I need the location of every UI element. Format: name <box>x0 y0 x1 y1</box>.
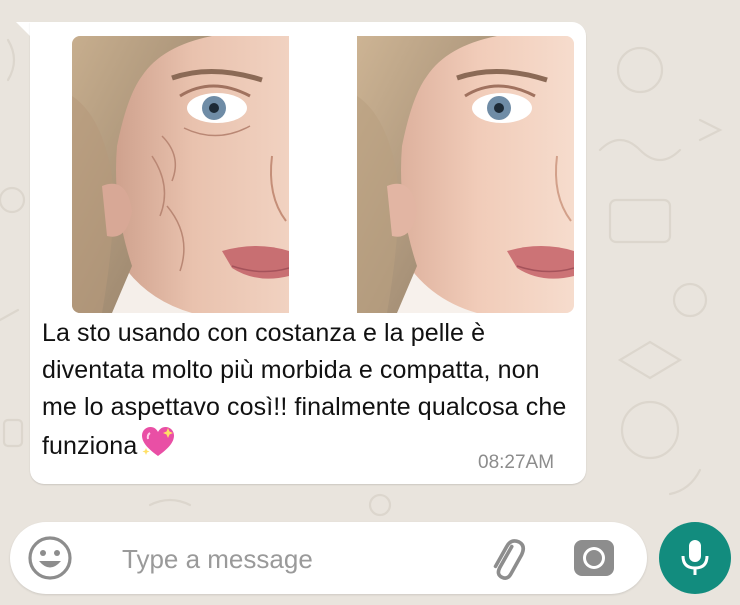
photo-grid[interactable] <box>72 36 574 313</box>
paperclip-icon <box>493 539 526 580</box>
photo-after[interactable] <box>357 36 574 313</box>
sparkling-heart-icon <box>141 426 175 469</box>
message-text: La sto usando con costanza e la pelle è … <box>42 315 567 469</box>
camera-icon <box>574 540 614 576</box>
microphone-icon <box>681 540 709 575</box>
bubble-tail <box>16 22 30 36</box>
attach-button[interactable] <box>482 534 530 582</box>
camera-button[interactable] <box>570 534 618 582</box>
message-composer <box>10 522 647 594</box>
smiley-icon <box>28 536 72 580</box>
photo-before[interactable] <box>72 36 289 313</box>
message-timestamp: 08:27AM <box>478 452 555 473</box>
voice-record-button[interactable] <box>659 522 731 594</box>
message-text-content: La sto usando con costanza e la pelle è … <box>42 319 567 460</box>
face-photo-after <box>357 36 574 313</box>
message-input[interactable] <box>120 536 454 582</box>
emoji-button[interactable] <box>26 534 74 582</box>
face-photo-before <box>72 36 289 313</box>
